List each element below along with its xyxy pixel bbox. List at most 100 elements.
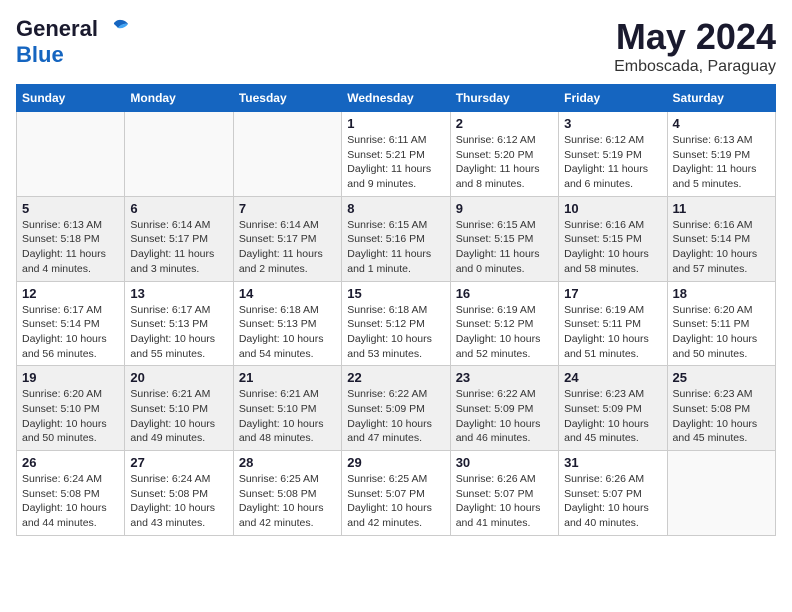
page-header: General Blue May 2024 Emboscada, Paragua… <box>16 16 776 76</box>
calendar-week-2: 5 Sunrise: 6:13 AM Sunset: 5:18 PM Daylig… <box>17 196 776 281</box>
day-number: 27 <box>130 455 227 470</box>
day-number: 13 <box>130 286 227 301</box>
day-info: Sunrise: 6:17 AM Sunset: 5:14 PM Dayligh… <box>22 303 119 362</box>
day-number: 21 <box>239 370 336 385</box>
calendar-cell <box>667 451 775 536</box>
calendar-cell <box>17 112 125 197</box>
calendar-cell: 28Sunrise: 6:25 AM Sunset: 5:08 PM Dayli… <box>233 451 341 536</box>
day-info: Sunrise: 6:16 AM Sunset: 5:14 PM Dayligh… <box>673 218 770 277</box>
day-number: 5 <box>22 201 119 216</box>
weekday-header-tuesday: Tuesday <box>233 85 341 112</box>
weekday-header-sunday: Sunday <box>17 85 125 112</box>
day-info: Sunrise: 6:23 AM Sunset: 5:09 PM Dayligh… <box>564 387 661 446</box>
calendar-cell: 12 Sunrise: 6:17 AM Sunset: 5:14 PM Dayli… <box>17 281 125 366</box>
calendar-table: SundayMondayTuesdayWednesdayThursdayFrid… <box>16 84 776 536</box>
day-info: Sunrise: 6:12 AM Sunset: 5:19 PM Dayligh… <box>564 133 661 192</box>
day-info: Sunrise: 6:15 AM Sunset: 5:16 PM Dayligh… <box>347 218 444 277</box>
calendar-cell <box>233 112 341 197</box>
day-number: 22 <box>347 370 444 385</box>
calendar-cell: 2 Sunrise: 6:12 AM Sunset: 5:20 PM Daylig… <box>450 112 558 197</box>
day-number: 15 <box>347 286 444 301</box>
day-info: Sunrise: 6:24 AM Sunset: 5:08 PM Dayligh… <box>22 472 119 531</box>
calendar-cell: 18Sunrise: 6:20 AM Sunset: 5:11 PM Dayli… <box>667 281 775 366</box>
day-info: Sunrise: 6:22 AM Sunset: 5:09 PM Dayligh… <box>456 387 553 446</box>
day-info: Sunrise: 6:21 AM Sunset: 5:10 PM Dayligh… <box>130 387 227 446</box>
day-info: Sunrise: 6:26 AM Sunset: 5:07 PM Dayligh… <box>456 472 553 531</box>
day-info: Sunrise: 6:11 AM Sunset: 5:21 PM Dayligh… <box>347 133 444 192</box>
weekday-header-saturday: Saturday <box>667 85 775 112</box>
calendar-cell: 31 Sunrise: 6:26 AM Sunset: 5:07 PM Dayli… <box>559 451 667 536</box>
day-number: 1 <box>347 116 444 131</box>
calendar-week-3: 12 Sunrise: 6:17 AM Sunset: 5:14 PM Dayli… <box>17 281 776 366</box>
calendar-cell: 21 Sunrise: 6:21 AM Sunset: 5:10 PM Dayli… <box>233 366 341 451</box>
calendar-cell: 9 Sunrise: 6:15 AM Sunset: 5:15 PM Daylig… <box>450 196 558 281</box>
logo-general: General <box>16 16 98 42</box>
day-number: 12 <box>22 286 119 301</box>
day-info: Sunrise: 6:15 AM Sunset: 5:15 PM Dayligh… <box>456 218 553 277</box>
calendar-cell: 4Sunrise: 6:13 AM Sunset: 5:19 PM Daylig… <box>667 112 775 197</box>
calendar-cell: 13 Sunrise: 6:17 AM Sunset: 5:13 PM Dayli… <box>125 281 233 366</box>
day-number: 8 <box>347 201 444 216</box>
calendar-cell: 17 Sunrise: 6:19 AM Sunset: 5:11 PM Dayli… <box>559 281 667 366</box>
day-number: 28 <box>239 455 336 470</box>
calendar-cell: 24Sunrise: 6:23 AM Sunset: 5:09 PM Dayli… <box>559 366 667 451</box>
day-info: Sunrise: 6:18 AM Sunset: 5:13 PM Dayligh… <box>239 303 336 362</box>
day-info: Sunrise: 6:21 AM Sunset: 5:10 PM Dayligh… <box>239 387 336 446</box>
calendar-cell: 16 Sunrise: 6:19 AM Sunset: 5:12 PM Dayli… <box>450 281 558 366</box>
day-number: 2 <box>456 116 553 131</box>
day-number: 10 <box>564 201 661 216</box>
calendar-cell: 20Sunrise: 6:21 AM Sunset: 5:10 PM Dayli… <box>125 366 233 451</box>
calendar-cell: 11 Sunrise: 6:16 AM Sunset: 5:14 PM Dayli… <box>667 196 775 281</box>
calendar-week-4: 19Sunrise: 6:20 AM Sunset: 5:10 PM Dayli… <box>17 366 776 451</box>
day-info: Sunrise: 6:19 AM Sunset: 5:11 PM Dayligh… <box>564 303 661 362</box>
day-info: Sunrise: 6:23 AM Sunset: 5:08 PM Dayligh… <box>673 387 770 446</box>
day-number: 18 <box>673 286 770 301</box>
day-number: 6 <box>130 201 227 216</box>
day-number: 3 <box>564 116 661 131</box>
calendar-cell: 6Sunrise: 6:14 AM Sunset: 5:17 PM Daylig… <box>125 196 233 281</box>
day-info: Sunrise: 6:17 AM Sunset: 5:13 PM Dayligh… <box>130 303 227 362</box>
day-info: Sunrise: 6:25 AM Sunset: 5:07 PM Dayligh… <box>347 472 444 531</box>
logo: General Blue <box>16 16 130 68</box>
day-number: 16 <box>456 286 553 301</box>
day-info: Sunrise: 6:12 AM Sunset: 5:20 PM Dayligh… <box>456 133 553 192</box>
day-number: 14 <box>239 286 336 301</box>
day-info: Sunrise: 6:13 AM Sunset: 5:18 PM Dayligh… <box>22 218 119 277</box>
calendar-week-5: 26 Sunrise: 6:24 AM Sunset: 5:08 PM Dayli… <box>17 451 776 536</box>
day-info: Sunrise: 6:26 AM Sunset: 5:07 PM Dayligh… <box>564 472 661 531</box>
day-info: Sunrise: 6:22 AM Sunset: 5:09 PM Dayligh… <box>347 387 444 446</box>
calendar-cell: 23 Sunrise: 6:22 AM Sunset: 5:09 PM Dayli… <box>450 366 558 451</box>
day-number: 26 <box>22 455 119 470</box>
title-block: May 2024 Emboscada, Paraguay <box>614 16 776 76</box>
day-number: 25 <box>673 370 770 385</box>
day-info: Sunrise: 6:20 AM Sunset: 5:10 PM Dayligh… <box>22 387 119 446</box>
calendar-cell: 5 Sunrise: 6:13 AM Sunset: 5:18 PM Daylig… <box>17 196 125 281</box>
day-number: 11 <box>673 201 770 216</box>
calendar-cell: 10 Sunrise: 6:16 AM Sunset: 5:15 PM Dayli… <box>559 196 667 281</box>
weekday-header-wednesday: Wednesday <box>342 85 450 112</box>
calendar-cell: 8 Sunrise: 6:15 AM Sunset: 5:16 PM Daylig… <box>342 196 450 281</box>
calendar-cell <box>125 112 233 197</box>
calendar-cell: 29Sunrise: 6:25 AM Sunset: 5:07 PM Dayli… <box>342 451 450 536</box>
weekday-header-row: SundayMondayTuesdayWednesdayThursdayFrid… <box>17 85 776 112</box>
calendar-cell: 30 Sunrise: 6:26 AM Sunset: 5:07 PM Dayli… <box>450 451 558 536</box>
day-number: 30 <box>456 455 553 470</box>
day-info: Sunrise: 6:24 AM Sunset: 5:08 PM Dayligh… <box>130 472 227 531</box>
day-number: 17 <box>564 286 661 301</box>
day-info: Sunrise: 6:19 AM Sunset: 5:12 PM Dayligh… <box>456 303 553 362</box>
day-info: Sunrise: 6:13 AM Sunset: 5:19 PM Dayligh… <box>673 133 770 192</box>
calendar-cell: 27 Sunrise: 6:24 AM Sunset: 5:08 PM Dayli… <box>125 451 233 536</box>
subtitle: Emboscada, Paraguay <box>614 58 776 76</box>
calendar-cell: 15Sunrise: 6:18 AM Sunset: 5:12 PM Dayli… <box>342 281 450 366</box>
day-info: Sunrise: 6:16 AM Sunset: 5:15 PM Dayligh… <box>564 218 661 277</box>
day-info: Sunrise: 6:14 AM Sunset: 5:17 PM Dayligh… <box>239 218 336 277</box>
day-number: 9 <box>456 201 553 216</box>
calendar-cell: 14 Sunrise: 6:18 AM Sunset: 5:13 PM Dayli… <box>233 281 341 366</box>
calendar-cell: 19Sunrise: 6:20 AM Sunset: 5:10 PM Dayli… <box>17 366 125 451</box>
day-number: 31 <box>564 455 661 470</box>
calendar-cell: 7Sunrise: 6:14 AM Sunset: 5:17 PM Daylig… <box>233 196 341 281</box>
calendar-cell: 1 Sunrise: 6:11 AM Sunset: 5:21 PM Daylig… <box>342 112 450 197</box>
calendar-cell: 26 Sunrise: 6:24 AM Sunset: 5:08 PM Dayli… <box>17 451 125 536</box>
day-number: 23 <box>456 370 553 385</box>
logo-blue: Blue <box>16 42 64 67</box>
